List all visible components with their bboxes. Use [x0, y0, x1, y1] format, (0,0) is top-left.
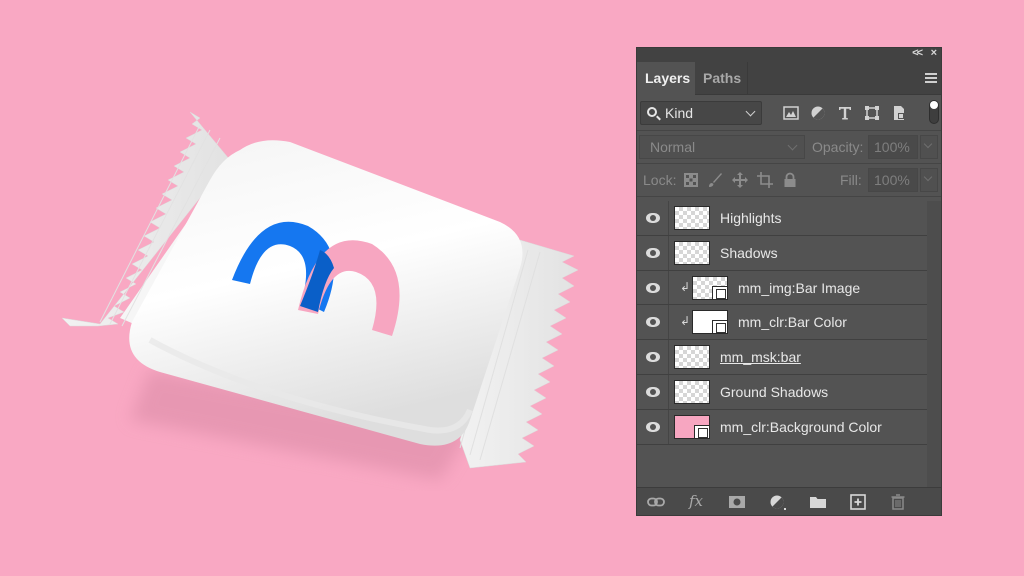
filter-row: Kind	[637, 95, 941, 131]
panel-tabs: Layers Paths	[637, 62, 941, 95]
panel-titlebar: << ×	[637, 47, 941, 62]
new-layer-icon[interactable]	[849, 494, 867, 510]
fill-dropdown[interactable]	[920, 168, 938, 192]
visibility-toggle[interactable]	[637, 201, 669, 235]
panel-bottom-toolbar: fx	[637, 487, 941, 515]
layer-name[interactable]: mm_clr:Background Color	[720, 410, 882, 444]
blend-row: Normal Opacity: 100%	[637, 131, 941, 164]
shape-filter-icon[interactable]	[864, 105, 880, 121]
layers-scrollbar[interactable]	[927, 201, 941, 487]
opacity-dropdown[interactable]	[920, 135, 938, 159]
chevron-down-icon	[923, 172, 933, 182]
layer-thumbnail	[674, 206, 710, 230]
fx-icon[interactable]: fx	[689, 492, 707, 510]
lock-transparent-icon[interactable]	[683, 172, 699, 188]
eye-icon	[646, 282, 660, 293]
tab-layers[interactable]: Layers	[637, 62, 695, 95]
layer-name[interactable]: Ground Shadows	[720, 375, 828, 409]
smart-object-filter-icon[interactable]	[891, 105, 907, 121]
collapse-panel-icon[interactable]: <<	[912, 47, 923, 59]
link-layers-icon[interactable]	[647, 494, 665, 510]
smart-object-badge-icon	[712, 285, 728, 300]
eye-icon	[646, 247, 660, 258]
layer-thumbnail	[674, 240, 710, 265]
visibility-toggle[interactable]	[637, 305, 669, 340]
layer-thumbnail	[674, 414, 710, 439]
panel-menu-icon[interactable]	[925, 73, 937, 85]
new-adjustment-icon[interactable]	[769, 494, 787, 510]
layer-name[interactable]: mm_img:Bar Image	[738, 271, 860, 305]
filter-kind-select[interactable]: Kind	[640, 101, 762, 125]
fill-input[interactable]: 100%	[868, 168, 918, 192]
add-mask-icon[interactable]	[728, 494, 746, 510]
eye-icon	[646, 421, 660, 432]
visibility-toggle[interactable]	[637, 270, 669, 305]
layer-row-mask-bar[interactable]: mm_msk:bar	[637, 340, 927, 375]
lock-position-icon[interactable]	[732, 172, 748, 188]
layer-thumbnail	[674, 345, 710, 370]
opacity-input[interactable]: 100%	[868, 135, 918, 159]
type-filter-icon[interactable]	[837, 105, 853, 121]
eye-icon	[646, 317, 660, 328]
blend-mode-value: Normal	[650, 139, 696, 155]
fill-layer-badge-icon	[712, 320, 728, 335]
layer-row-highlights[interactable]: Highlights	[637, 201, 927, 236]
visibility-toggle[interactable]	[637, 340, 669, 374]
layer-row-background-color[interactable]: mm_clr:Background Color	[637, 409, 927, 445]
layer-name[interactable]: mm_msk:bar	[720, 340, 801, 374]
eye-icon	[646, 386, 660, 397]
chevron-down-icon	[745, 106, 756, 117]
lock-artboard-icon[interactable]	[757, 172, 773, 188]
layer-thumbnail	[674, 379, 710, 404]
visibility-toggle[interactable]	[637, 409, 669, 444]
document-canvas[interactable]	[0, 0, 620, 576]
lock-all-icon[interactable]	[782, 172, 798, 188]
lock-row: Lock: Fill: 100%	[637, 164, 941, 197]
layer-row-bar-color[interactable]: ↲ mm_clr:Bar Color	[637, 305, 927, 341]
clipping-mask-icon: ↲	[680, 314, 691, 329]
delete-layer-icon[interactable]	[889, 494, 907, 510]
layer-name[interactable]: Highlights	[720, 201, 781, 235]
layer-name[interactable]: Shadows	[720, 236, 778, 270]
layer-row-shadows[interactable]: Shadows	[637, 235, 927, 271]
tab-paths[interactable]: Paths	[695, 62, 748, 95]
visibility-toggle[interactable]	[637, 235, 669, 270]
blend-mode-select[interactable]: Normal	[639, 135, 805, 159]
search-icon	[647, 107, 657, 117]
layer-name[interactable]: mm_clr:Bar Color	[738, 305, 847, 339]
lock-paint-icon[interactable]	[707, 172, 723, 188]
eye-icon	[646, 352, 660, 363]
chevron-down-icon	[787, 140, 798, 151]
eye-icon	[646, 213, 660, 223]
layers-list: Highlights Shadows ↲ mm_img:Bar Image ↲ …	[637, 201, 927, 445]
chevron-down-icon	[923, 139, 933, 149]
adjustment-filter-icon[interactable]	[810, 105, 826, 121]
fill-layer-badge-icon	[694, 424, 710, 439]
close-panel-icon[interactable]: ×	[931, 47, 937, 59]
layer-thumbnail	[692, 310, 728, 335]
filter-kind-label: Kind	[665, 105, 694, 121]
image-filter-icon[interactable]	[783, 105, 799, 121]
visibility-toggle[interactable]	[637, 374, 669, 409]
fill-label: Fill:	[840, 172, 862, 188]
clipping-mask-icon: ↲	[680, 279, 691, 294]
layer-row-ground-shadows[interactable]: Ground Shadows	[637, 374, 927, 410]
lock-label: Lock:	[643, 172, 677, 188]
layer-row-bar-image[interactable]: ↲ mm_img:Bar Image	[637, 270, 927, 306]
candy-bar-mockup	[61, 111, 579, 480]
layer-thumbnail	[692, 275, 728, 300]
new-group-icon[interactable]	[809, 494, 827, 510]
filter-toggle-switch[interactable]	[929, 100, 939, 124]
opacity-label: Opacity:	[812, 139, 864, 155]
layers-panel: << × Layers Paths Kind Normal Opacity: 1…	[636, 47, 942, 516]
